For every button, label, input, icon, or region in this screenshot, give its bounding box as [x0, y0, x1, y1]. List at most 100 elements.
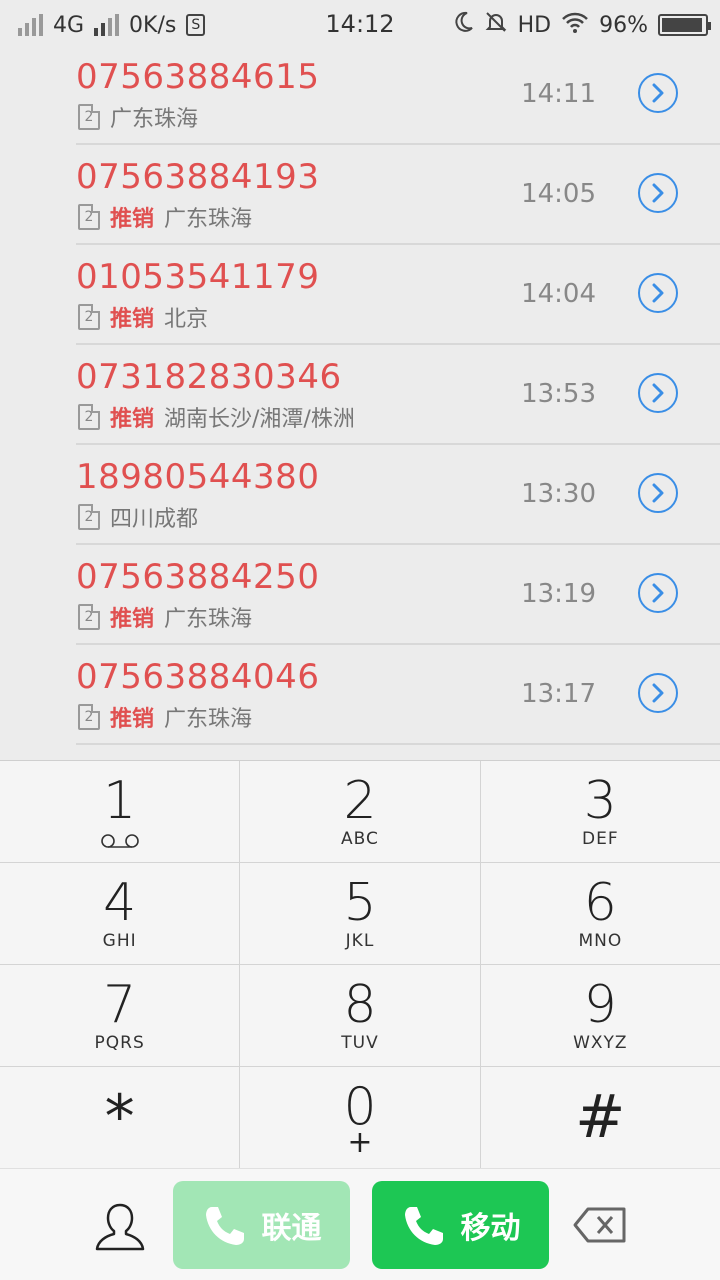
call-details-button[interactable] [638, 73, 678, 113]
call-details-button[interactable] [638, 673, 678, 713]
call-mobile-label: 移动 [460, 1211, 521, 1246]
moon-icon [454, 11, 474, 39]
dial-key-letters: WXYZ [573, 1033, 628, 1053]
backspace-button[interactable] [572, 1205, 628, 1245]
call-time: 14:05 [521, 179, 596, 209]
call-number: 01053541179 [76, 257, 320, 297]
call-log-row[interactable]: 01053541179 2 推销 北京 14:04 [76, 245, 720, 345]
call-unicom-label: 联通 [261, 1211, 322, 1246]
phone-icon [205, 1207, 244, 1245]
chevron-right-icon [652, 283, 664, 303]
call-meta: 2 推销 广东珠海 [78, 201, 252, 233]
call-location: 广东珠海 [164, 207, 253, 232]
call-time: 13:19 [521, 579, 596, 609]
call-mobile-button[interactable]: 移动 [372, 1181, 549, 1269]
call-number: 07563884250 [76, 557, 320, 597]
call-number: 18980544380 [76, 457, 320, 497]
dial-key-digit: 5 [343, 873, 377, 933]
call-time: 14:04 [521, 279, 596, 309]
bottom-action-bar: 联通 移动 [0, 1168, 720, 1280]
call-meta: 2 推销 北京 [78, 301, 208, 333]
dial-key-7[interactable]: 7 PQRS [0, 965, 241, 1066]
dialpad-row: 7 PQRS 8 TUV 9 WXYZ [0, 965, 720, 1067]
call-number: 07563884193 [76, 157, 320, 197]
chevron-right-icon [652, 183, 664, 203]
call-log-row[interactable]: 07563884046 2 推销 广东珠海 13:17 [76, 645, 720, 745]
call-location: 广东珠海 [164, 707, 253, 732]
call-tag: 推销 [110, 307, 155, 332]
call-meta: 2 推销 广东珠海 [78, 701, 252, 733]
call-tag: 推销 [110, 707, 155, 732]
call-unicom-button[interactable]: 联通 [173, 1181, 350, 1269]
dial-key-star[interactable]: * [0, 1067, 241, 1168]
sim-card-icon: 2 [78, 204, 100, 230]
dial-key-4[interactable]: 4 GHI [0, 863, 241, 964]
call-location: 广东珠海 [164, 607, 253, 632]
dial-key-9[interactable]: 9 WXYZ [481, 965, 720, 1066]
dial-key-digit: 7 [103, 975, 137, 1035]
dialpad-row: 1 2 ABC 3 DEF [0, 761, 720, 863]
call-details-button[interactable] [638, 573, 678, 613]
call-meta: 2 四川成都 [78, 501, 198, 533]
call-number: 073182830346 [76, 357, 342, 397]
battery-icon [658, 14, 711, 36]
call-time: 13:17 [521, 679, 596, 709]
call-time: 14:11 [521, 79, 596, 109]
dial-key-digit: 8 [343, 975, 377, 1035]
dial-key-symbol: # [575, 1082, 626, 1152]
sim-card-icon: 2 [78, 504, 100, 530]
dial-key-1[interactable]: 1 [0, 761, 241, 862]
dial-key-8[interactable]: 8 TUV [240, 965, 481, 1066]
call-time: 13:53 [521, 379, 596, 409]
sim-card-icon: 2 [78, 304, 100, 330]
call-meta: 2 推销 湖南长沙/湘潭/株洲 [78, 401, 355, 433]
battery-level [662, 18, 703, 32]
dial-key-2[interactable]: 2 ABC [240, 761, 481, 862]
call-tag: 推销 [110, 607, 155, 632]
dial-key-3[interactable]: 3 DEF [481, 761, 720, 862]
dial-key-letters: JKL [345, 931, 375, 951]
call-location: 四川成都 [110, 507, 199, 532]
dial-key-symbol: * [104, 1082, 135, 1152]
dial-key-6[interactable]: 6 MNO [481, 863, 720, 964]
call-log-list[interactable]: 07563884615 2 广东珠海 14:11 07563884193 2 推… [0, 50, 720, 760]
chevron-right-icon [652, 583, 664, 603]
call-log-row[interactable]: 073182830346 2 推销 湖南长沙/湘潭/株洲 13:53 [76, 345, 720, 445]
dial-key-letters: GHI [102, 931, 137, 951]
person-icon [95, 1203, 145, 1251]
dial-key-letters: ABC [341, 829, 379, 849]
dial-key-0[interactable]: 0 + [240, 1067, 481, 1168]
call-details-button[interactable] [638, 373, 678, 413]
sim-card-icon: 2 [78, 104, 100, 130]
chevron-right-icon [652, 383, 664, 403]
call-details-button[interactable] [638, 473, 678, 513]
contacts-button[interactable] [92, 1199, 148, 1255]
chevron-right-icon [652, 483, 664, 503]
call-log-row[interactable]: 07563884250 2 推销 广东珠海 13:19 [76, 545, 720, 645]
dial-key-letters: TUV [341, 1033, 379, 1053]
dial-key-hash[interactable]: # [481, 1067, 720, 1168]
dial-key-letters: MNO [578, 931, 623, 951]
call-number: 07563884615 [76, 57, 320, 97]
sim-card-icon: 2 [78, 404, 100, 430]
hd-label: HD [517, 12, 552, 38]
call-tag: 推销 [110, 407, 155, 432]
dial-key-digit: 4 [103, 873, 137, 933]
call-tag: 推销 [110, 207, 155, 232]
call-time: 13:30 [521, 479, 596, 509]
call-number: 07563884046 [76, 657, 320, 697]
call-location: 湖南长沙/湘潭/株洲 [164, 407, 355, 432]
dial-key-digit: 2 [343, 771, 377, 831]
dial-key-5[interactable]: 5 JKL [240, 863, 481, 964]
wifi-icon [561, 11, 589, 39]
call-log-row[interactable]: 07563884193 2 推销 广东珠海 14:05 [76, 145, 720, 245]
call-details-button[interactable] [638, 173, 678, 213]
call-details-button[interactable] [638, 273, 678, 313]
sim-card-icon: 2 [78, 704, 100, 730]
call-log-row[interactable]: 18980544380 2 四川成都 13:30 [76, 445, 720, 545]
chevron-right-icon [652, 683, 664, 703]
call-meta: 2 广东珠海 [78, 101, 198, 133]
mute-bell-icon [484, 10, 508, 40]
call-log-row[interactable]: 07563884615 2 广东珠海 14:11 [76, 50, 720, 145]
dialpad-row: 4 GHI 5 JKL 6 MNO [0, 863, 720, 965]
